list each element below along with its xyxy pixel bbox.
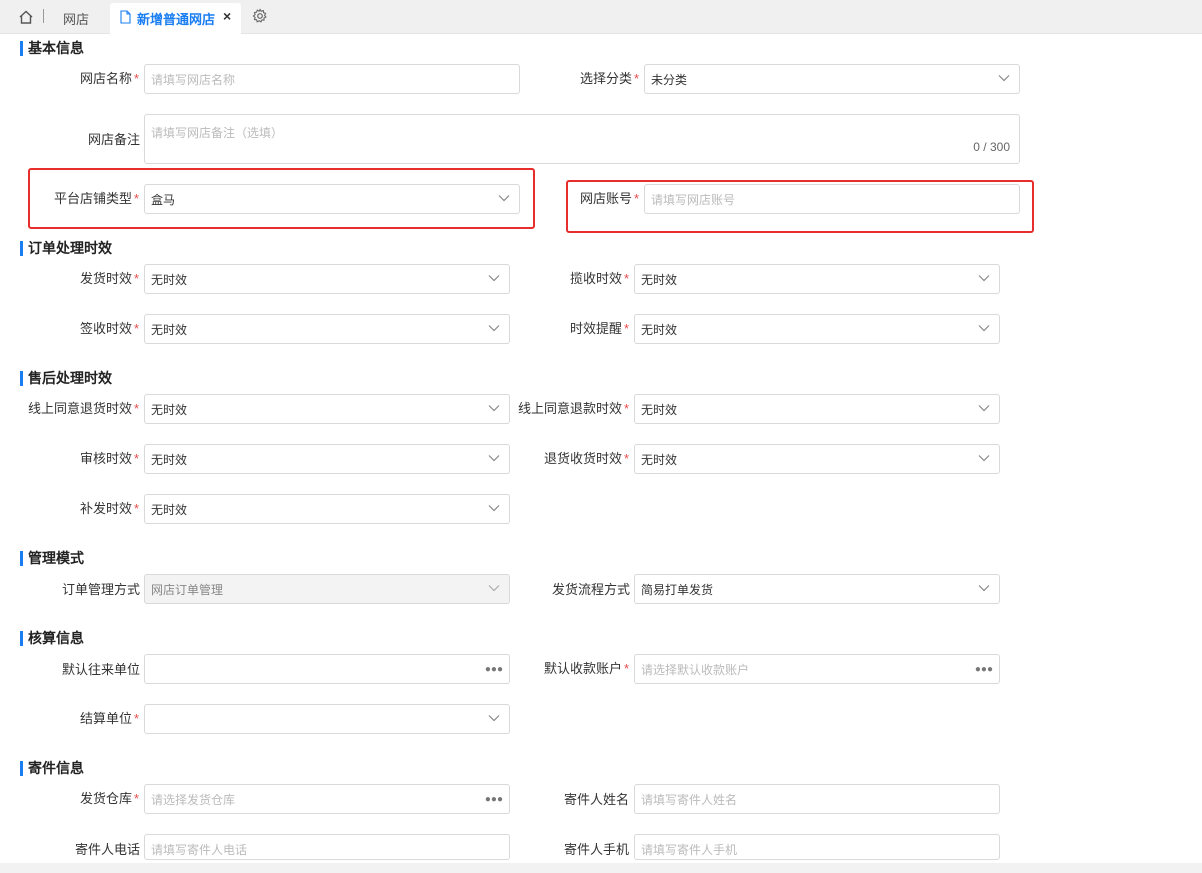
platform-type-label: 平台店铺类型 * [54, 191, 140, 206]
platform-type-select[interactable]: 盒马 [144, 184, 520, 214]
chevron-down-icon [488, 455, 500, 462]
bottom-scroll-area [0, 863, 1202, 873]
sender-phone-label: 寄件人电话 [75, 842, 141, 857]
default-partner-picker[interactable]: ●●● [144, 654, 510, 684]
audit-time-label: 审核时效 * [80, 451, 140, 466]
online-refund-label: 线上同意退款时效 * [518, 401, 630, 416]
tab-new-shop-label: 新增普通网店 [137, 12, 216, 27]
sender-mobile-input[interactable]: 请填写寄件人手机 [634, 834, 1000, 860]
sender-phone-input[interactable]: 请填写寄件人电话 [144, 834, 510, 860]
reship-time-label: 补发时效 * [80, 501, 140, 516]
chevron-down-icon [488, 505, 500, 512]
reship-time-select[interactable]: 无时效 [144, 494, 510, 524]
home-icon[interactable] [18, 9, 34, 25]
online-return-goods-label: 线上同意退货时效 * [28, 401, 140, 416]
pickup-time-select[interactable]: 无时效 [634, 264, 1000, 294]
tab-bar: 网店 新增普通网店 × [0, 0, 1202, 34]
section-shipping-info: 寄件信息 [20, 760, 84, 776]
more-icon[interactable]: ●●● [485, 795, 503, 805]
close-icon[interactable]: × [223, 8, 231, 24]
online-refund-select[interactable]: 无时效 [634, 394, 1000, 424]
online-return-goods-select[interactable]: 无时效 [144, 394, 510, 424]
chevron-down-icon [978, 455, 990, 462]
chevron-down-icon [978, 325, 990, 332]
chevron-down-icon [488, 715, 500, 722]
category-select[interactable]: 未分类 [644, 64, 1020, 94]
time-alert-label: 时效提醒 * [570, 321, 630, 336]
more-icon[interactable]: ●●● [485, 665, 503, 675]
order-mgmt-select: 网店订单管理 [144, 574, 510, 604]
shop-name-input[interactable]: 请填写网店名称 [144, 64, 520, 94]
chevron-down-icon [498, 195, 510, 202]
remark-label: 网店备注 [88, 132, 141, 147]
order-mgmt-label: 订单管理方式 [62, 582, 141, 597]
return-receive-select[interactable]: 无时效 [634, 444, 1000, 474]
ship-flow-label: 发货流程方式 [552, 582, 631, 597]
remark-textarea[interactable]: 请填写网店备注（选填） 0 / 300 [144, 114, 1020, 164]
settle-unit-label: 结算单位 * [80, 711, 140, 726]
settle-unit-select[interactable] [144, 704, 510, 734]
shop-account-label: 网店账号 * [580, 191, 640, 206]
shop-account-input[interactable]: 请填写网店账号 [644, 184, 1020, 214]
chevron-down-icon [488, 585, 500, 592]
tab-new-shop[interactable]: 新增普通网店 × [110, 3, 241, 34]
chevron-down-icon [978, 405, 990, 412]
section-management-mode: 管理模式 [20, 550, 84, 566]
time-alert-select[interactable]: 无时效 [634, 314, 1000, 344]
chevron-down-icon [488, 405, 500, 412]
shop-name-label: 网店名称 * [80, 71, 140, 86]
sign-time-label: 签收时效 * [80, 321, 140, 336]
gear-icon[interactable] [252, 8, 268, 24]
section-order-time: 订单处理时效 [20, 240, 112, 256]
sender-name-input[interactable]: 请填写寄件人姓名 [634, 784, 1000, 814]
sender-name-label: 寄件人姓名 [564, 792, 630, 807]
sender-mobile-label: 寄件人手机 [564, 842, 630, 857]
section-accounting-info: 核算信息 [20, 630, 84, 646]
chevron-down-icon [488, 325, 500, 332]
section-basic-info: 基本信息 [20, 40, 84, 56]
sign-time-select[interactable]: 无时效 [144, 314, 510, 344]
default-partner-label: 默认往来单位 [62, 662, 141, 677]
section-after-sale-time: 售后处理时效 [20, 370, 112, 386]
default-account-picker[interactable]: 请选择默认收款账户 ●●● [634, 654, 1000, 684]
ship-time-select[interactable]: 无时效 [144, 264, 510, 294]
chevron-down-icon [488, 275, 500, 282]
ship-warehouse-label: 发货仓库 * [80, 791, 140, 806]
default-account-label: 默认收款账户 * [544, 661, 630, 676]
return-receive-label: 退货收货时效 * [544, 451, 630, 466]
tab-separator [43, 9, 44, 23]
ship-time-label: 发货时效 * [80, 271, 140, 286]
chevron-down-icon [998, 75, 1010, 82]
ship-flow-select[interactable]: 简易打单发货 [634, 574, 1000, 604]
document-icon [120, 10, 131, 24]
tab-shop[interactable]: 网店 [63, 9, 89, 28]
chevron-down-icon [978, 275, 990, 282]
category-label: 选择分类 * [580, 71, 640, 86]
remark-char-count: 0 / 300 [973, 140, 1010, 154]
more-icon[interactable]: ●●● [975, 665, 993, 675]
pickup-time-label: 揽收时效 * [570, 271, 630, 286]
chevron-down-icon [978, 585, 990, 592]
ship-warehouse-picker[interactable]: 请选择发货仓库 ●●● [144, 784, 510, 814]
audit-time-select[interactable]: 无时效 [144, 444, 510, 474]
